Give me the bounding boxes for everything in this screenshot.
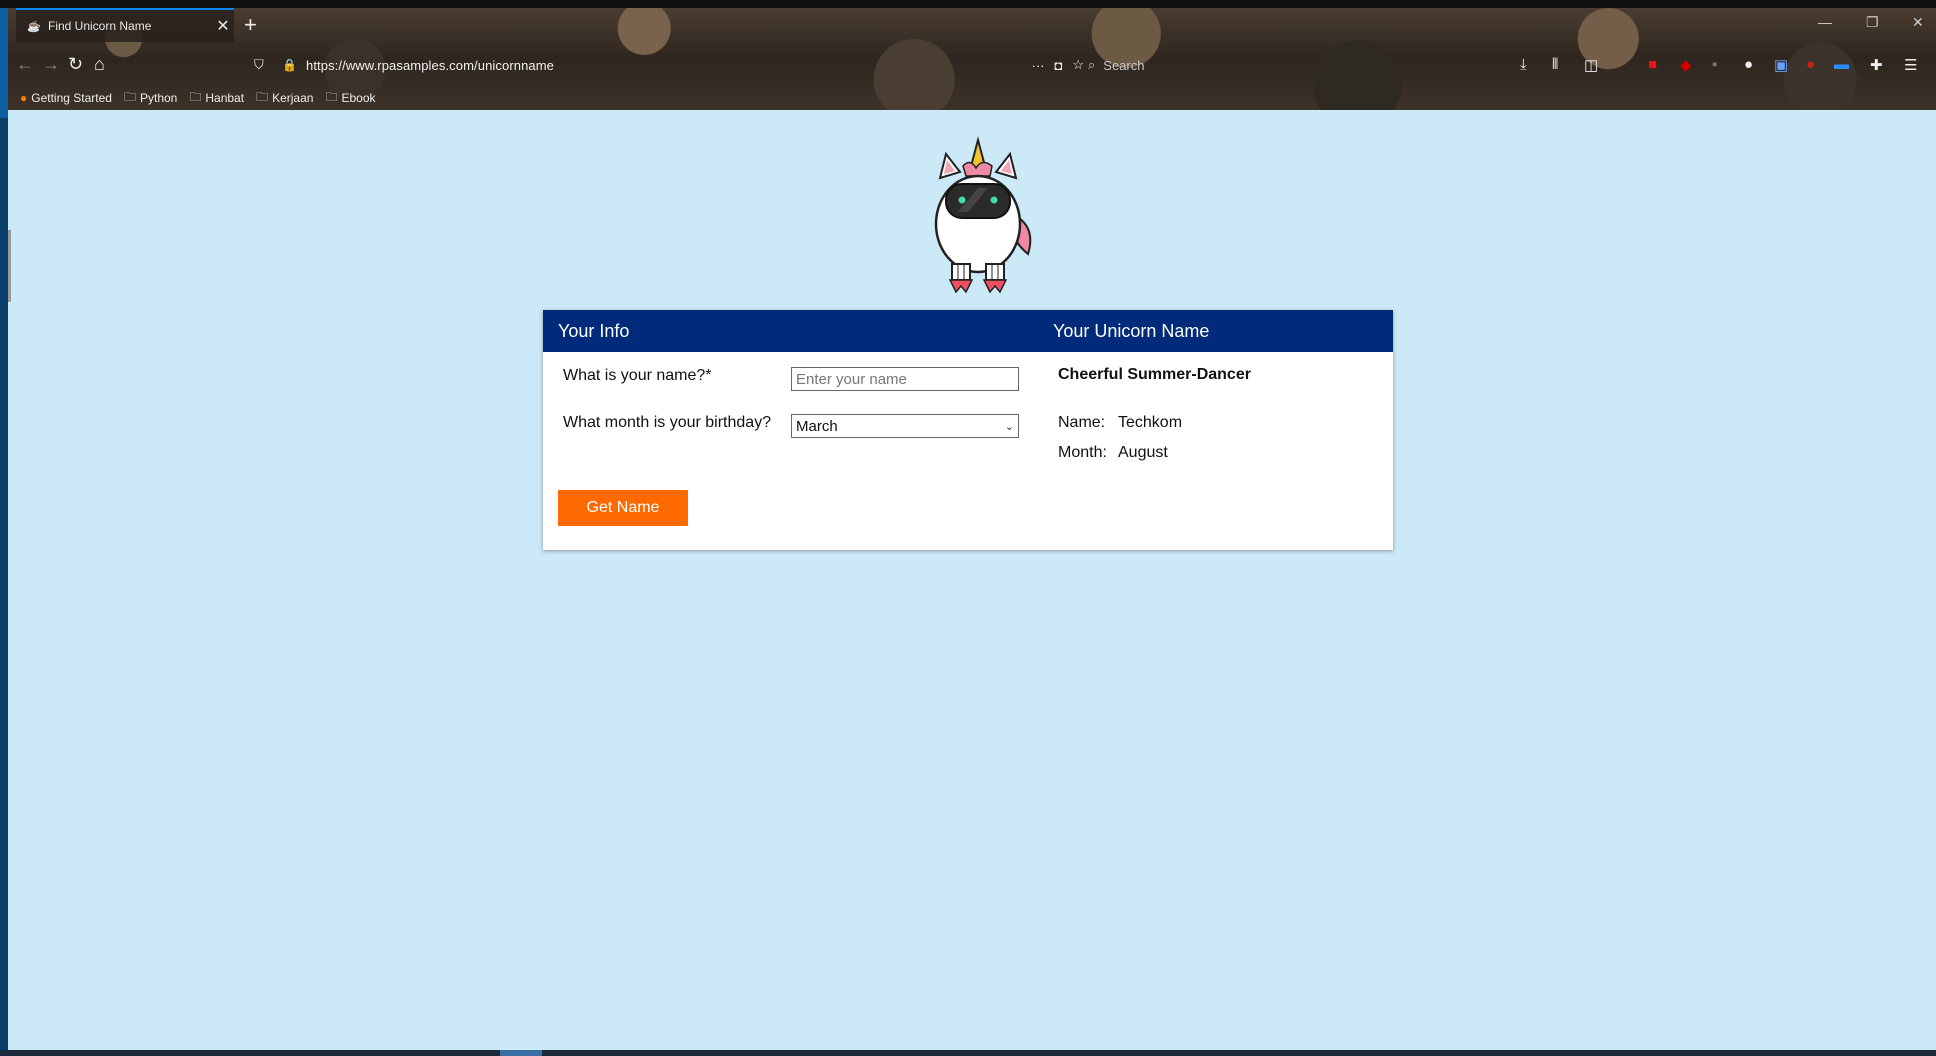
pocket-icon[interactable]: ◘ bbox=[1054, 58, 1062, 73]
firefox-icon: ● bbox=[20, 91, 28, 105]
bookmark-python[interactable]: 🗀 Python bbox=[124, 88, 177, 108]
page-content: Your Info Your Unicorn Name What is your… bbox=[8, 110, 1936, 1050]
bookmark-ebook[interactable]: 🗀 Ebook bbox=[325, 88, 375, 108]
bookmark-label: Getting Started bbox=[31, 91, 112, 105]
folder-icon: 🗀 bbox=[325, 89, 338, 104]
get-name-button[interactable]: Get Name bbox=[558, 490, 688, 526]
lock-icon[interactable]: 🔒 bbox=[282, 58, 297, 72]
extension-red-icon[interactable]: ■ bbox=[1648, 56, 1657, 73]
name-input[interactable] bbox=[791, 367, 1019, 391]
left-edge-strip bbox=[0, 8, 8, 1056]
folder-icon: 🗀 bbox=[256, 89, 269, 104]
minimize-icon[interactable]: — bbox=[1818, 14, 1832, 30]
bookmark-star-icon[interactable]: ☆ bbox=[1072, 57, 1084, 73]
result-name-value: Techkom bbox=[1118, 414, 1183, 431]
card-header: Your Info Your Unicorn Name bbox=[543, 310, 1393, 352]
scrollbar[interactable] bbox=[8, 230, 11, 302]
taskbar-active-item[interactable] bbox=[500, 1050, 542, 1056]
result-month-label: Month: bbox=[1058, 444, 1107, 461]
your-unicorn-name-heading: Your Unicorn Name bbox=[1053, 321, 1210, 341]
bookmark-label: Kerjaan bbox=[272, 91, 314, 105]
home-icon[interactable]: ⌂ bbox=[94, 54, 105, 75]
left-edge-accent bbox=[0, 8, 8, 118]
zoom-extension-icon[interactable]: ▬ bbox=[1834, 56, 1849, 73]
folder-icon: 🗀 bbox=[189, 89, 202, 104]
unicorn-robot-logo bbox=[934, 136, 1032, 294]
unicorn-name-result: Cheerful Summer-Dancer bbox=[1058, 366, 1251, 383]
bookmarks-toolbar: ● Getting Started 🗀 Python 🗀 Hanbat 🗀 Ke… bbox=[20, 88, 376, 108]
restore-icon[interactable]: ❐ bbox=[1866, 14, 1879, 31]
close-window-icon[interactable]: ✕ bbox=[1912, 14, 1924, 31]
chevron-down-icon: ⌄ bbox=[1004, 420, 1014, 433]
tab-title: Find Unicorn Name bbox=[48, 19, 152, 33]
close-tab-icon[interactable]: ✕ bbox=[212, 16, 234, 36]
month-select[interactable]: March ⌄ bbox=[791, 414, 1019, 438]
bookmark-hanbat[interactable]: 🗀 Hanbat bbox=[189, 88, 244, 108]
result-name-label: Name: bbox=[1058, 414, 1106, 431]
month-selected-value: March bbox=[796, 417, 838, 435]
page-actions-icon[interactable]: ··· bbox=[1031, 58, 1044, 73]
bookmark-label: Ebook bbox=[341, 91, 376, 105]
search-box[interactable]: ⌕ Search bbox=[1088, 52, 1498, 78]
tracking-shield-icon[interactable]: ⛉ bbox=[254, 57, 272, 73]
taskbar bbox=[0, 1050, 1936, 1056]
extension-red-dot-icon[interactable]: ● bbox=[1806, 56, 1815, 73]
new-tab-icon[interactable]: + bbox=[244, 12, 257, 38]
browser-chrome: ☕ Find Unicorn Name ✕ + — ❐ ✕ ← → ↻ ⌂ ⛉ … bbox=[8, 8, 1936, 110]
your-info-heading: Your Info bbox=[558, 321, 630, 341]
forward-icon[interactable]: → bbox=[42, 54, 60, 75]
bookmark-label: Hanbat bbox=[205, 91, 245, 105]
extensions-puzzle-icon[interactable]: ✚ bbox=[1870, 56, 1883, 74]
unicorn-favicon-icon: ☕ bbox=[27, 20, 41, 33]
name-label: What is your name?* bbox=[563, 367, 712, 384]
extension-grey-icon[interactable]: ▪ bbox=[1712, 56, 1717, 73]
ublock-icon[interactable]: ◆ bbox=[1680, 56, 1692, 74]
search-icon: ⌕ bbox=[1088, 57, 1096, 72]
bookmark-kerjaan[interactable]: 🗀 Kerjaan bbox=[256, 88, 313, 108]
bookmark-getting-started[interactable]: ● Getting Started bbox=[20, 88, 112, 108]
downloads-icon[interactable]: ⤓ bbox=[1520, 56, 1527, 73]
bookmark-label: Python bbox=[139, 91, 178, 105]
reload-icon[interactable]: ↻ bbox=[68, 54, 83, 75]
folder-icon: 🗀 bbox=[123, 89, 136, 104]
menu-icon[interactable]: ☰ bbox=[1904, 56, 1917, 74]
url-text[interactable]: https://www.rpasamples.com/unicornname bbox=[306, 58, 1021, 73]
month-label: What month is your birthday? bbox=[563, 414, 772, 431]
unicorn-form-card: Your Info Your Unicorn Name What is your… bbox=[543, 310, 1393, 550]
back-icon[interactable]: ← bbox=[16, 54, 34, 75]
sidebar-icon[interactable]: ◫ bbox=[1584, 56, 1598, 74]
search-placeholder: Search bbox=[1103, 57, 1145, 73]
account-icon[interactable]: ● bbox=[1744, 56, 1753, 73]
address-bar[interactable]: ⛉ 🔒 https://www.rpasamples.com/unicornna… bbox=[254, 52, 1084, 78]
result-month-value: August bbox=[1118, 444, 1168, 461]
extension-blue-icon[interactable]: ▣ bbox=[1774, 56, 1788, 74]
library-icon[interactable]: ⫴ bbox=[1552, 56, 1558, 73]
browser-tab[interactable]: ☕ Find Unicorn Name ✕ bbox=[16, 8, 234, 42]
navigation-toolbar: ← → ↻ ⌂ ⛉ 🔒 https://www.rpasamples.com/u… bbox=[8, 48, 1936, 82]
